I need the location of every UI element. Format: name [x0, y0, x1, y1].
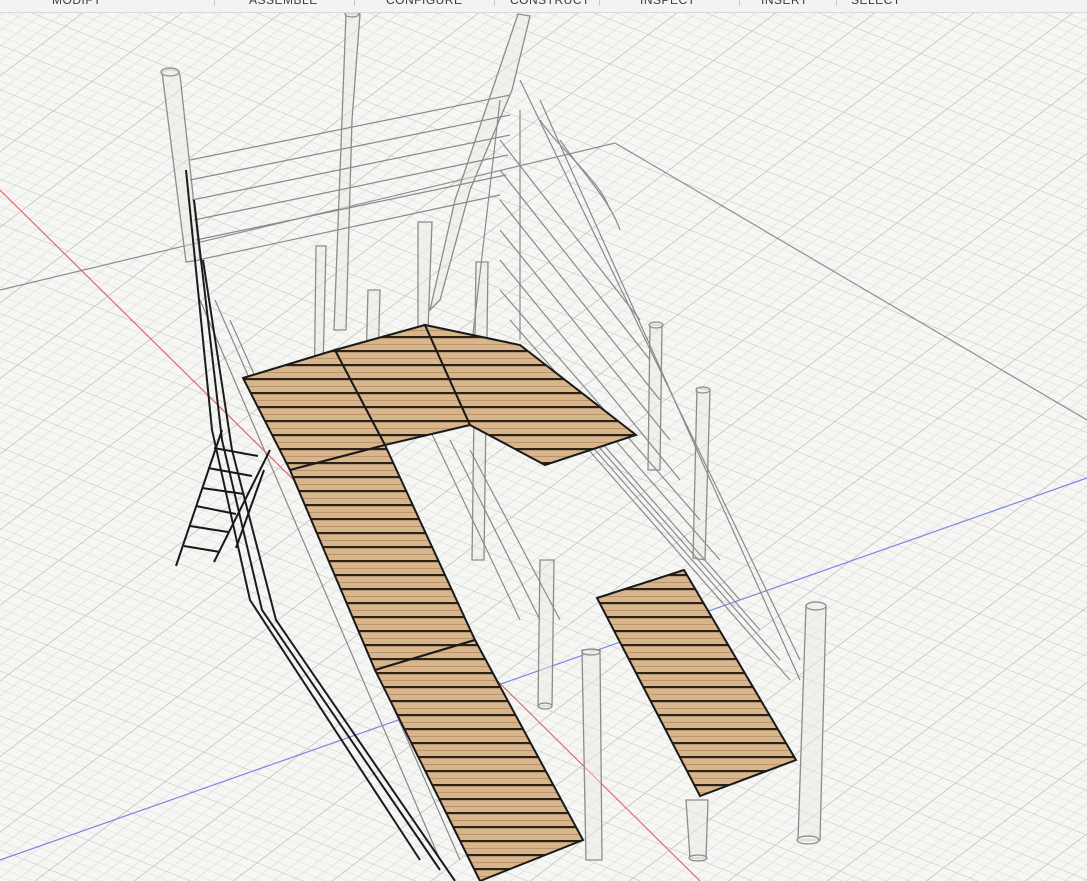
toolbar: MODIFY ASSEMBLE CONFIGURE CONSTRUCT INSP… [0, 0, 1087, 13]
toolbar-configure-menu[interactable]: CONFIGURE [386, 0, 463, 10]
fusion-window: MODIFY ASSEMBLE CONFIGURE CONSTRUCT INSP… [0, 0, 1087, 881]
toolbar-separator [599, 0, 600, 6]
3d-viewport[interactable] [0, 0, 1087, 881]
toolbar-construct-menu[interactable]: CONSTRUCT [510, 0, 590, 10]
toolbar-insert-menu[interactable]: INSERT [761, 0, 808, 10]
toolbar-separator [739, 0, 740, 6]
toolbar-assemble-menu[interactable]: ASSEMBLE [249, 0, 318, 10]
toolbar-select-menu[interactable]: SELECT [851, 0, 901, 10]
toolbar-separator [354, 0, 355, 6]
toolbar-separator [494, 0, 495, 6]
toolbar-inspect-menu[interactable]: INSPECT [640, 0, 696, 10]
toolbar-separator [836, 0, 837, 6]
toolbar-separator [214, 0, 215, 6]
toolbar-modify-menu[interactable]: MODIFY [52, 0, 102, 10]
